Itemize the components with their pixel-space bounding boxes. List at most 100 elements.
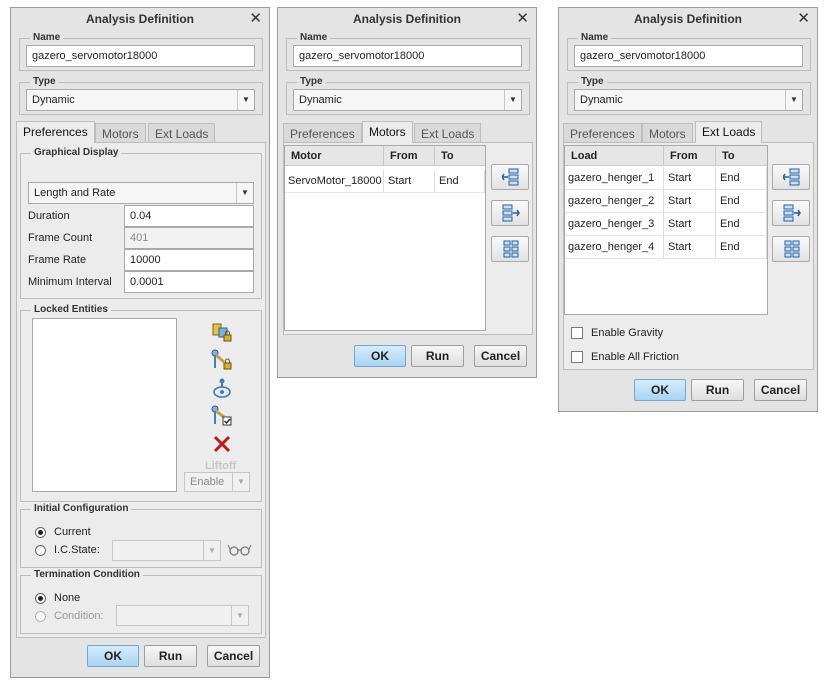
condition-radio [35,611,46,622]
delete-icon[interactable] [211,433,233,455]
chevron-down-icon: ▼ [785,90,802,110]
motors-pane: Motor From To ServoMotor_18000 Start End [283,142,533,335]
close-icon[interactable]: ✕ [249,9,262,29]
ok-button[interactable]: OK [354,345,406,367]
close-icon[interactable]: ✕ [516,9,529,29]
name-field[interactable]: gazero_servomotor18000 [293,45,522,67]
cancel-button[interactable]: Cancel [754,379,807,401]
motors-col-to[interactable]: To [435,146,485,166]
locked-entities-list[interactable] [32,318,177,492]
liftoff-enable-value: Enable [190,476,225,488]
chevron-down-icon: ▼ [236,183,253,203]
duration-field[interactable]: 0.04 [124,205,254,227]
name-label: Name [30,32,64,44]
name-label: Name [297,32,331,44]
cancel-button[interactable]: Cancel [474,345,527,367]
table-row-cell[interactable]: Start [664,167,716,190]
motor-lock-icon[interactable] [211,377,233,399]
insert-item-button[interactable] [491,200,529,226]
type-label: Type [578,76,607,88]
motors-table[interactable]: Motor From To ServoMotor_18000 Start End [284,145,486,331]
type-select-value: Dynamic [299,94,342,106]
tab-motors[interactable]: Motors [642,123,693,143]
insert-item-button[interactable] [772,200,810,226]
table-row-cell[interactable]: gazero_henger_4 [565,236,664,259]
frame-rate-field[interactable]: 10000 [124,249,254,271]
none-radio[interactable] [35,593,46,604]
condition-label: Condition: [54,610,104,622]
motors-col-motor[interactable]: Motor [285,146,384,166]
table-row-cell[interactable]: End [716,236,767,259]
table-row-cell[interactable]: ServoMotor_18000 [285,170,384,193]
close-icon[interactable]: ✕ [797,9,810,29]
enable-gravity-checkbox[interactable] [571,327,583,339]
lock-connection-icon[interactable] [211,349,233,371]
check-connection-icon[interactable] [211,405,233,427]
analysis-definition-dialog-motors: Analysis Definition ✕ Name gazero_servom… [277,7,537,378]
tab-preferences[interactable]: Preferences [16,121,95,143]
run-button[interactable]: Run [411,345,464,367]
table-row-cell[interactable]: End [716,167,767,190]
name-label: Name [578,32,612,44]
chevron-down-icon: ▼ [203,541,220,560]
name-field[interactable]: gazero_servomotor18000 [574,45,803,67]
tab-ext-loads[interactable]: Ext Loads [695,121,763,143]
analysis-definition-dialog-ext-loads: Analysis Definition ✕ Name gazero_servom… [558,7,818,412]
table-row-cell[interactable]: gazero_henger_1 [565,167,664,190]
table-row-cell[interactable]: gazero_henger_2 [565,190,664,213]
min-interval-label: Minimum Interval [28,276,112,288]
table-row-cell[interactable]: gazero_henger_3 [565,213,664,236]
tab-preferences[interactable]: Preferences [563,123,642,143]
run-button[interactable]: Run [144,645,197,667]
table-row-cell[interactable]: End [435,170,485,193]
run-button[interactable]: Run [691,379,744,401]
display-mode-value: Length and Rate [34,187,116,199]
grid-icon [503,240,519,258]
loads-col-from[interactable]: From [664,146,716,166]
ok-button[interactable]: OK [634,379,686,401]
termination-condition-label: Termination Condition [31,569,143,581]
ok-button[interactable]: OK [87,645,139,667]
add-item-button[interactable] [491,164,529,190]
tab-motors[interactable]: Motors [95,123,146,143]
tab-preferences[interactable]: Preferences [283,123,362,143]
name-field[interactable]: gazero_servomotor18000 [26,45,255,67]
current-radio[interactable] [35,527,46,538]
tab-ext-loads[interactable]: Ext Loads [414,123,482,143]
glasses-icon[interactable] [227,540,253,560]
table-row-cell[interactable]: Start [664,213,716,236]
ext-loads-pane: Load From To gazero_henger_1 Start End g… [563,142,814,370]
add-right-icon [783,204,801,222]
preferences-pane: Graphical Display Length and Rate ▼ Dura… [16,142,266,638]
tab-ext-loads[interactable]: Ext Loads [148,123,216,143]
duration-label: Duration [28,210,70,222]
dialog-title: Analysis Definition [633,12,743,26]
type-select[interactable]: Dynamic ▼ [574,89,803,111]
display-mode-select[interactable]: Length and Rate ▼ [28,182,254,204]
grid-select-button[interactable] [772,236,810,262]
type-select[interactable]: Dynamic ▼ [26,89,255,111]
add-item-button[interactable] [772,164,810,190]
add-left-icon [502,168,519,186]
lock-body-icon[interactable] [211,321,233,343]
ext-loads-table[interactable]: Load From To gazero_henger_1 Start End g… [564,145,768,315]
ic-state-radio[interactable] [35,545,46,556]
add-left-icon [783,168,800,186]
grid-select-button[interactable] [491,236,529,262]
cancel-button[interactable]: Cancel [207,645,260,667]
table-row-cell[interactable]: Start [384,170,435,193]
min-interval-field[interactable]: 0.0001 [124,271,254,293]
table-row-cell[interactable]: End [716,190,767,213]
motors-col-from[interactable]: From [384,146,435,166]
table-row-cell[interactable]: End [716,213,767,236]
table-row-cell[interactable]: Start [664,190,716,213]
current-radio-label: Current [54,526,91,538]
type-select[interactable]: Dynamic ▼ [293,89,522,111]
ic-state-label: I.C.State: [54,544,100,556]
loads-col-to[interactable]: To [716,146,767,166]
chevron-down-icon: ▼ [504,90,521,110]
tab-motors[interactable]: Motors [362,121,413,143]
enable-friction-checkbox[interactable] [571,351,583,363]
loads-col-load[interactable]: Load [565,146,664,166]
table-row-cell[interactable]: Start [664,236,716,259]
